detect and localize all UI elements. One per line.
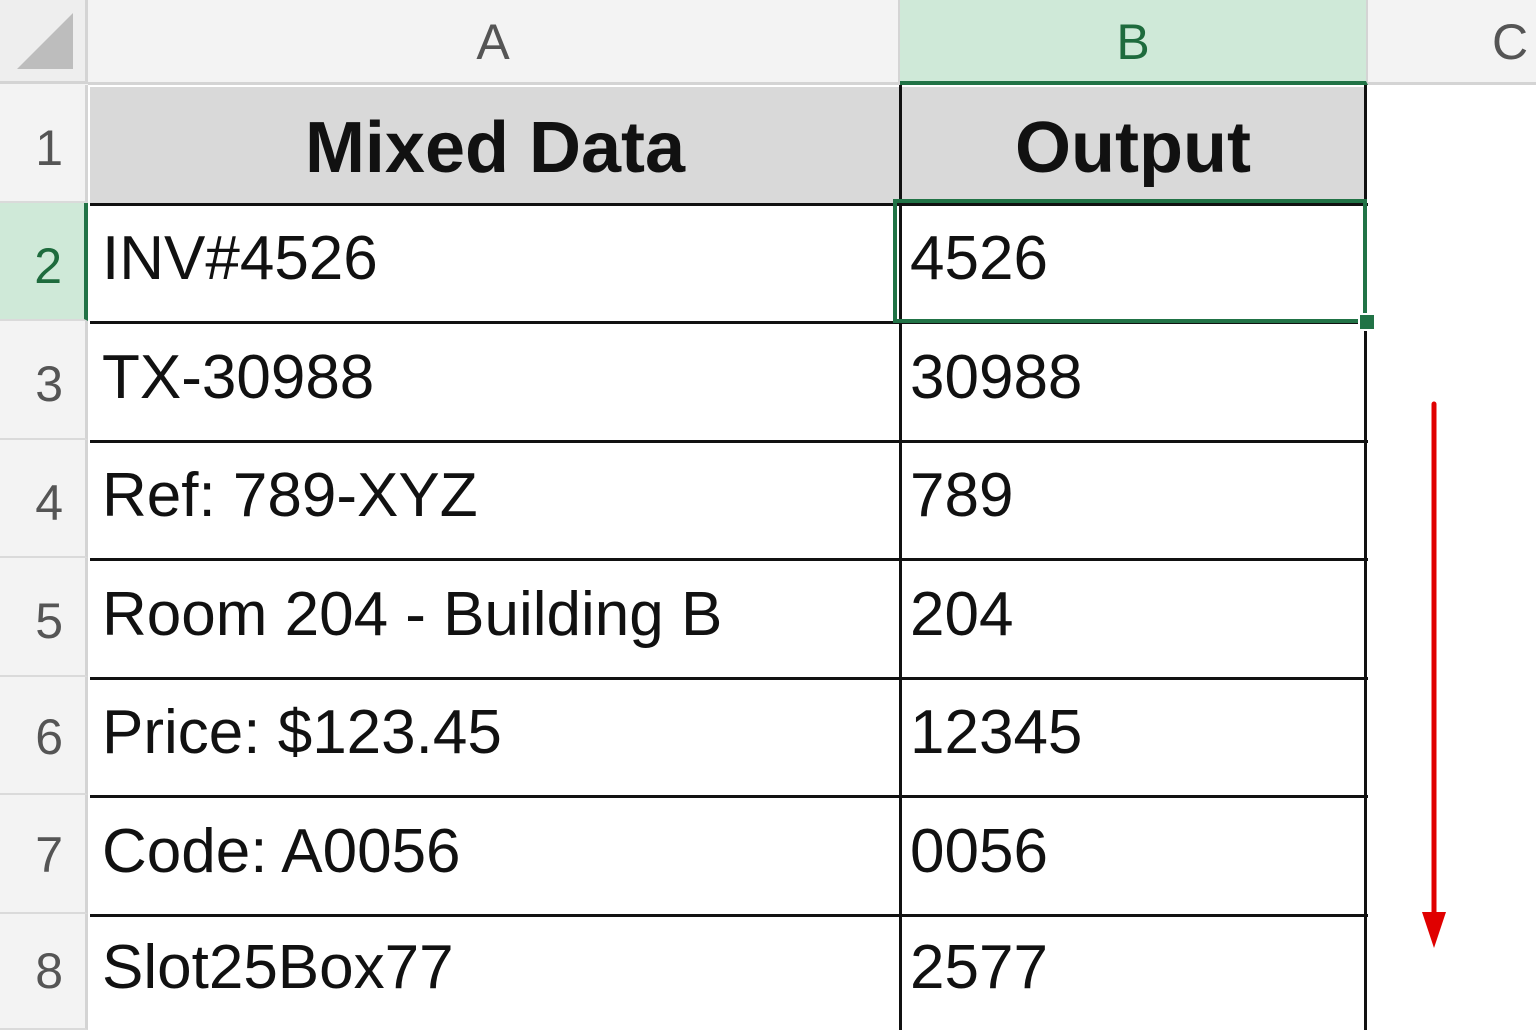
active-cell-selection[interactable] xyxy=(893,199,1367,323)
table-border xyxy=(90,677,1368,680)
arrow-head xyxy=(1422,912,1446,948)
column-header-b[interactable]: B xyxy=(900,0,1368,85)
cell-b7[interactable]: 0056 xyxy=(900,798,1366,914)
cell-a8[interactable]: Slot25Box77 xyxy=(90,916,900,1030)
table-border xyxy=(90,914,1368,917)
cell-b6[interactable]: 12345 xyxy=(900,679,1366,795)
row-header-5[interactable]: 5 xyxy=(0,558,88,677)
select-all-triangle-icon xyxy=(17,13,73,69)
row-header-2[interactable]: 2 xyxy=(0,203,88,321)
row-header-4[interactable]: 4 xyxy=(0,440,88,558)
row-header-6[interactable]: 6 xyxy=(0,677,88,795)
cell-a6[interactable]: Price: $123.45 xyxy=(90,679,900,795)
cell-a4[interactable]: Ref: 789-XYZ xyxy=(90,442,900,558)
cell-a7[interactable]: Code: A0056 xyxy=(90,798,900,914)
table-border xyxy=(90,795,1368,798)
row-header-1[interactable]: 1 xyxy=(0,85,88,203)
cell-a5[interactable]: Room 204 - Building B xyxy=(90,561,900,677)
header-cell-mixed-data[interactable]: Mixed Data xyxy=(90,87,900,203)
cell-a3[interactable]: TX-30988 xyxy=(90,324,900,440)
column-header-c[interactable]: C xyxy=(1368,0,1536,85)
row-header-3[interactable]: 3 xyxy=(0,321,88,440)
table-border xyxy=(90,558,1368,561)
column-header-a[interactable]: A xyxy=(88,0,900,85)
down-arrow-icon xyxy=(1422,401,1446,948)
cell-b3[interactable]: 30988 xyxy=(900,324,1366,440)
cell-b8[interactable]: 2577 xyxy=(900,916,1366,1030)
table-border xyxy=(90,440,1368,443)
row-header-8[interactable]: 8 xyxy=(0,914,88,1030)
spreadsheet: A B C 1 2 3 4 5 6 7 8 Mixed Data Output … xyxy=(0,0,1536,1030)
cell-b5[interactable]: 204 xyxy=(900,561,1366,677)
header-cell-output[interactable]: Output xyxy=(900,87,1366,203)
cell-a2[interactable]: INV#4526 xyxy=(90,205,900,321)
row-header-7[interactable]: 7 xyxy=(0,795,88,914)
fill-handle[interactable] xyxy=(1358,313,1376,331)
select-all-corner[interactable] xyxy=(0,0,88,84)
cell-b4[interactable]: 789 xyxy=(900,442,1366,558)
